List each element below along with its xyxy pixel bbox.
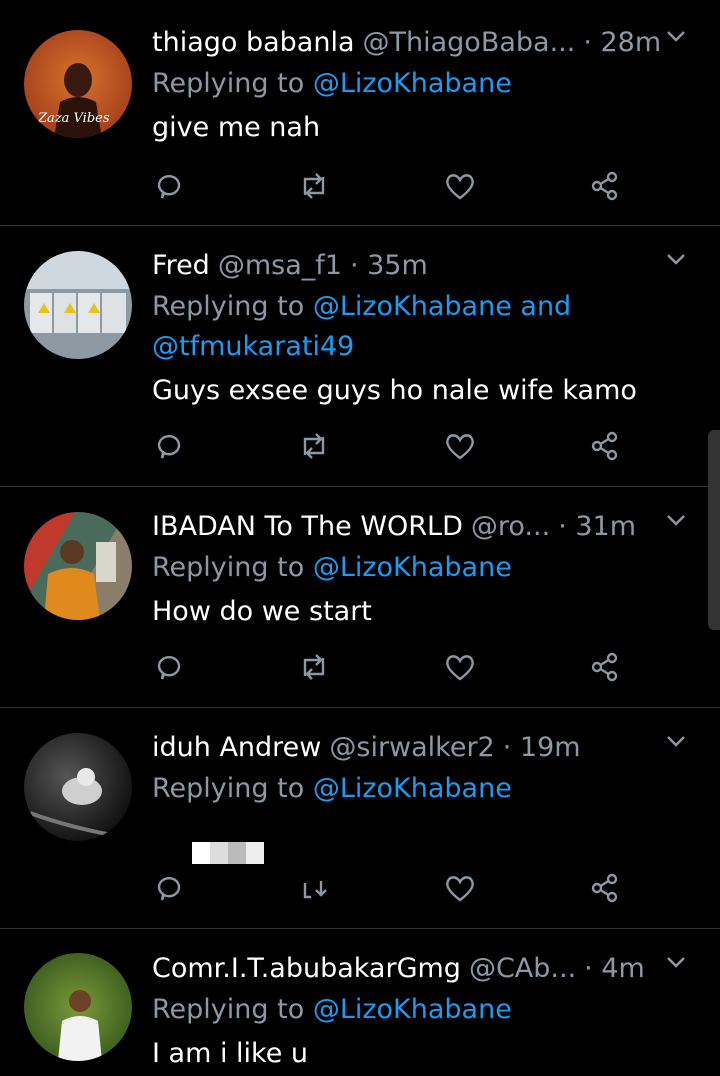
- reply-icon[interactable]: [152, 429, 186, 463]
- avatar-image: [29, 768, 125, 839]
- display-name[interactable]: Comr.I.T.abubakarGmg: [152, 953, 461, 984]
- display-name[interactable]: IBADAN To The WORLD: [152, 511, 463, 542]
- reply-icon[interactable]: [152, 650, 186, 684]
- avatar-image: Zaza Vibes: [37, 63, 110, 138]
- tweet-text: I am i like u: [152, 1038, 309, 1069]
- display-name[interactable]: iduh Andrew: [152, 732, 321, 763]
- display-name[interactable]: Fred: [152, 250, 210, 281]
- blurred-emoji: [192, 842, 264, 864]
- handle[interactable]: @msa_f1: [218, 250, 342, 281]
- scrollbar[interactable]: [708, 430, 720, 630]
- avatar-text: Zaza Vibes: [37, 111, 110, 126]
- reply-prefix: Replying to: [152, 552, 313, 583]
- display-name[interactable]: thiago babanla: [152, 27, 355, 58]
- handle[interactable]: @sirwalker2: [329, 732, 494, 763]
- mention-link[interactable]: @LizoKhabane and: [313, 291, 571, 322]
- retweet-icon[interactable]: [297, 429, 331, 463]
- mention-link[interactable]: @tfmukarati49: [152, 331, 354, 362]
- chevron-down-icon[interactable]: [662, 245, 690, 273]
- tweet-text: Guys exsee guys ho nale wife kamo: [152, 375, 637, 406]
- mention-link[interactable]: @LizoKhabane: [313, 68, 512, 99]
- avatar-image: [30, 293, 126, 333]
- timestamp[interactable]: · 31m: [558, 511, 636, 542]
- tweet[interactable]: iduh Andrew @sirwalker2 · 19m Replying t…: [0, 708, 720, 929]
- handle[interactable]: @ro...: [471, 511, 550, 542]
- share-icon[interactable]: [588, 169, 622, 203]
- replying-to: Replying to @LizoKhabane: [152, 769, 690, 809]
- reply-prefix: Replying to: [152, 291, 313, 322]
- mention-link[interactable]: @LizoKhabane: [313, 994, 512, 1025]
- share-icon[interactable]: [588, 429, 622, 463]
- reply-icon[interactable]: [152, 169, 186, 203]
- mention-link[interactable]: @LizoKhabane: [313, 552, 512, 583]
- avatar[interactable]: [24, 953, 132, 1061]
- share-icon[interactable]: [588, 871, 622, 905]
- retweet-icon[interactable]: [297, 169, 331, 203]
- avatar[interactable]: [24, 733, 132, 841]
- mention-link[interactable]: @LizoKhabane: [313, 773, 512, 804]
- avatar-image: [44, 540, 116, 620]
- tweet-text: give me nah: [152, 112, 321, 143]
- avatar-image: [58, 990, 102, 1061]
- replying-to: Replying to @LizoKhabane: [152, 64, 690, 104]
- like-icon[interactable]: [443, 650, 477, 684]
- reply-prefix: Replying to: [152, 773, 313, 804]
- chevron-down-icon[interactable]: [662, 948, 690, 976]
- chevron-down-icon[interactable]: [662, 22, 690, 50]
- timestamp[interactable]: · 28m: [583, 27, 661, 58]
- timestamp[interactable]: · 35m: [350, 250, 428, 281]
- reply-prefix: Replying to: [152, 994, 313, 1025]
- replying-to: Replying to @LizoKhabane: [152, 548, 690, 588]
- replying-to: Replying to @LizoKhabane and @tfmukarati4…: [152, 287, 690, 367]
- tweet[interactable]: Fred @msa_f1 · 35m Replying to @LizoKhab…: [0, 226, 720, 487]
- reply-prefix: Replying to: [152, 68, 313, 99]
- retweet-disabled-icon: [297, 871, 331, 905]
- handle[interactable]: @CAb...: [469, 953, 576, 984]
- tweet[interactable]: Comr.I.T.abubakarGmg @CAb... · 4m Replyi…: [0, 929, 720, 1074]
- chevron-down-icon[interactable]: [662, 506, 690, 534]
- reply-icon[interactable]: [152, 871, 186, 905]
- tweet[interactable]: Zaza Vibes thiago babanla @ThiagoBaba...…: [0, 0, 720, 226]
- like-icon[interactable]: [443, 871, 477, 905]
- timestamp[interactable]: · 4m: [584, 953, 645, 984]
- like-icon[interactable]: [443, 169, 477, 203]
- handle[interactable]: @ThiagoBaba...: [363, 27, 576, 58]
- avatar[interactable]: Zaza Vibes: [24, 30, 132, 138]
- avatar[interactable]: [24, 251, 132, 359]
- retweet-icon[interactable]: [297, 650, 331, 684]
- chevron-down-icon[interactable]: [662, 727, 690, 755]
- like-icon[interactable]: [443, 429, 477, 463]
- tweet[interactable]: IBADAN To The WORLD @ro... · 31m Replyin…: [0, 487, 720, 708]
- timestamp[interactable]: · 19m: [503, 732, 581, 763]
- share-icon[interactable]: [588, 650, 622, 684]
- avatar[interactable]: [24, 512, 132, 620]
- tweet-text: How do we start: [152, 596, 372, 627]
- replying-to: Replying to @LizoKhabane: [152, 990, 690, 1030]
